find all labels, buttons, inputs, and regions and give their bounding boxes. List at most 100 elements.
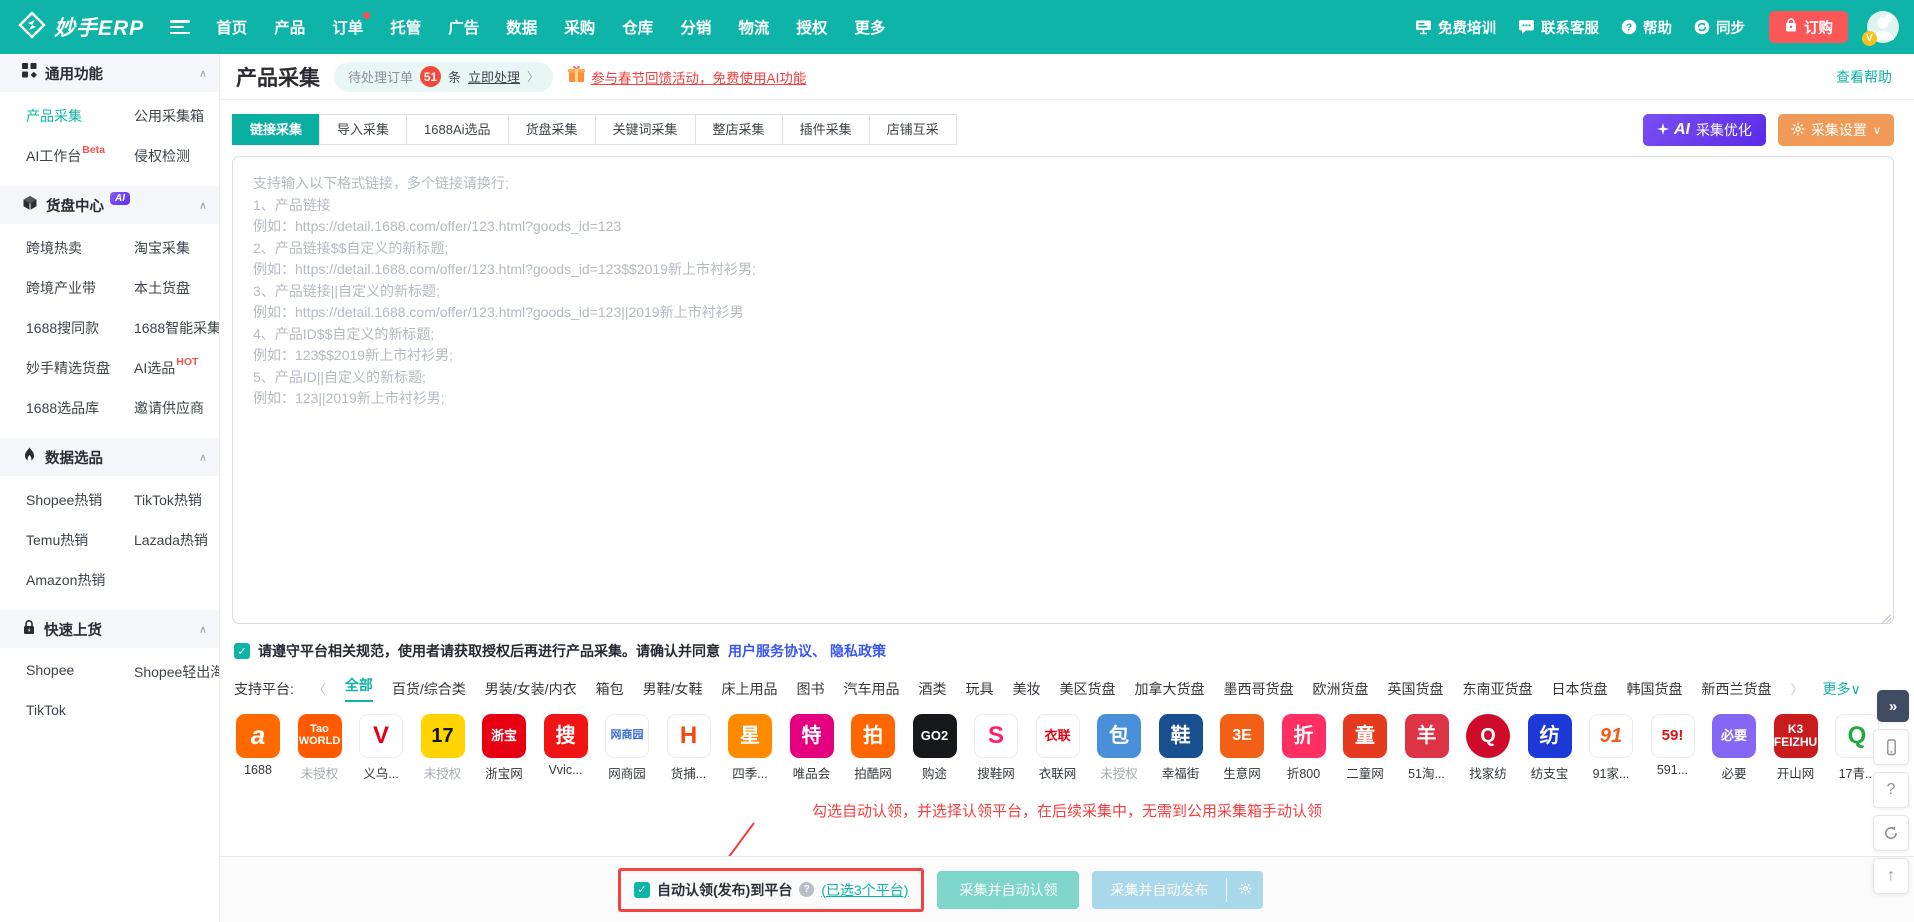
category-百货/综合类[interactable]: 百货/综合类 [392, 679, 466, 699]
sidebar-section-4[interactable]: 快速上货 ∧ [0, 610, 219, 648]
expand-button[interactable]: » [1877, 690, 1909, 722]
sidebar-item-Lazada热销[interactable]: Lazada热销 [134, 520, 208, 560]
category-玩具[interactable]: 玩具 [965, 679, 993, 699]
sidebar-section-2[interactable]: 货盘中心 AI ∧ [0, 186, 219, 224]
scroll-left-icon[interactable]: 〈 [313, 679, 326, 698]
tab-1688Ai选品[interactable]: 1688Ai选品 [406, 114, 509, 145]
privacy-link[interactable]: 隐私政策 [830, 641, 886, 661]
platform-tile-5[interactable]: 浙宝 浙宝网 [482, 714, 526, 782]
sidebar-item-淘宝采集[interactable]: 淘宝采集 [134, 228, 190, 268]
tab-店铺互采[interactable]: 店铺互采 [868, 114, 957, 145]
menu-toggle-icon[interactable] [170, 20, 191, 34]
category-全部[interactable]: 全部 [344, 675, 373, 702]
view-help-link[interactable]: 查看帮助 [1836, 67, 1892, 87]
platform-tile-1[interactable]: a 1688 [236, 714, 280, 782]
sidebar-section-3[interactable]: 数据选品 ∧ [0, 438, 219, 476]
category-美妆[interactable]: 美妆 [1012, 679, 1040, 699]
nav-item-10[interactable]: 物流 [738, 16, 769, 38]
sidebar-item-公用采集箱[interactable]: 公用采集箱 [134, 96, 204, 136]
app-logo[interactable]: 妙手ERP [18, 10, 144, 44]
sidebar-item-TikTok[interactable]: TikTok [26, 692, 66, 728]
sidebar-item-本土货盘[interactable]: 本土货盘 [134, 268, 190, 308]
sidebar-item-Shopee[interactable]: Shopee [26, 652, 74, 692]
platform-tile-4[interactable]: 17 未授权 [420, 714, 465, 782]
sidebar-item-侵权检测[interactable]: 侵权检测 [134, 136, 190, 176]
nav-item-7[interactable]: 采购 [564, 16, 595, 38]
platform-tile-11[interactable]: 拍拍酷网 [851, 714, 895, 782]
user-avatar[interactable]: V [1862, 10, 1900, 46]
sidebar-item-1688智能采集[interactable]: 1688智能采集 [134, 308, 219, 348]
category-男鞋/女鞋[interactable]: 男鞋/女鞋 [643, 679, 703, 699]
platform-tile-9[interactable]: 星四季... [728, 714, 772, 782]
category-东南亚货盘[interactable]: 东南亚货盘 [1462, 679, 1532, 699]
platform-tile-21[interactable]: Q 找家纺 [1466, 714, 1510, 782]
category-韩国货盘[interactable]: 韩国货盘 [1626, 679, 1682, 699]
platform-tile-14[interactable]: 衣联 衣联网 [1035, 714, 1080, 782]
nav-item-6[interactable]: 数据 [506, 16, 537, 38]
platform-tile-25[interactable]: 必要 必要 [1712, 714, 1756, 782]
platform-tile-18[interactable]: 折折800 [1281, 714, 1326, 782]
scroll-right-icon[interactable]: 〉 [1790, 679, 1803, 698]
collect-and-claim-button[interactable]: 采集并自动认领 [937, 870, 1080, 909]
platform-tile-15[interactable]: 包未授权 [1097, 714, 1141, 782]
platform-tile-17[interactable]: 3E 生意网 [1220, 714, 1264, 782]
category-加拿大货盘[interactable]: 加拿大货盘 [1134, 679, 1204, 699]
publish-settings-button[interactable] [1227, 871, 1263, 909]
category-欧洲货盘[interactable]: 欧洲货盘 [1312, 679, 1368, 699]
sidebar-item-妙手精选货盘[interactable]: 妙手精选货盘 [26, 348, 110, 388]
platform-tile-8[interactable]: H 货捕... [666, 714, 711, 782]
platform-tile-10[interactable]: 特唯品会 [789, 714, 834, 782]
category-床上用品[interactable]: 床上用品 [721, 679, 777, 699]
sidebar-item-Temu热销[interactable]: Temu热销 [26, 520, 88, 560]
more-categories-link[interactable]: 更多∨ [1822, 679, 1860, 699]
sidebar-item-跨境热卖[interactable]: 跨境热卖 [26, 228, 82, 268]
help-doc-button[interactable]: ? [1873, 772, 1909, 808]
platform-tile-6[interactable]: 搜 Vvic... [543, 714, 588, 782]
sidebar-item-Shopee轻出海[interactable]: Shopee轻出海 [134, 652, 219, 692]
category-日本货盘[interactable]: 日本货盘 [1551, 679, 1607, 699]
nav-item-4[interactable]: 托管 [390, 16, 421, 38]
tab-整店采集[interactable]: 整店采集 [694, 114, 783, 145]
tab-链接采集[interactable]: 链接采集 [232, 114, 321, 145]
process-now-link[interactable]: 立即处理 [468, 67, 520, 86]
selected-platforms-link[interactable]: (已选3个平台) [821, 880, 908, 900]
order-button[interactable]: 订购 [1769, 11, 1848, 43]
platform-tile-16[interactable]: 鞋幸福街 [1158, 714, 1203, 782]
sidebar-section-1[interactable]: 通用功能 ∧ [0, 54, 219, 92]
sidebar-item-AI选品[interactable]: AI选品HOT [134, 348, 198, 388]
category-箱包[interactable]: 箱包 [596, 679, 624, 699]
platform-tile-3[interactable]: V 义乌... [359, 714, 403, 782]
tab-插件采集[interactable]: 插件采集 [781, 114, 870, 145]
category-墨西哥货盘[interactable]: 墨西哥货盘 [1223, 679, 1293, 699]
collect-settings-button[interactable]: 采集设置 ∨ [1777, 114, 1894, 146]
ai-optimize-button[interactable]: AI 采集优化 [1642, 114, 1766, 146]
nav-item-3[interactable]: 订单 [332, 12, 371, 38]
platform-tile-13[interactable]: S 搜鞋网 [974, 714, 1018, 782]
category-新西兰货盘[interactable]: 新西兰货盘 [1701, 679, 1771, 699]
sidebar-item-跨境产业带[interactable]: 跨境产业带 [26, 268, 96, 308]
auto-claim-checkbox[interactable] [634, 881, 650, 898]
sidebar-item-TikTok热销[interactable]: TikTok热销 [134, 480, 202, 520]
sidebar-item-邀请供应商[interactable]: 邀请供应商 [134, 388, 204, 428]
category-男装/女装/内衣[interactable]: 男装/女装/内衣 [485, 679, 577, 699]
platform-tile-26[interactable]: K3 FEIZHU 开山网 [1773, 714, 1818, 782]
nav-item-9[interactable]: 分销 [680, 16, 711, 38]
nav-item-1[interactable]: 首页 [216, 16, 247, 38]
category-汽车用品[interactable]: 汽车用品 [843, 679, 899, 699]
resize-grip[interactable] [1881, 614, 1891, 624]
links-input[interactable] [232, 156, 1894, 624]
platform-tile-12[interactable]: GO2 购途 [912, 714, 957, 782]
nav-item-12[interactable]: 更多 [854, 16, 885, 38]
nav-utility-sync[interactable]: 同步 [1694, 17, 1745, 38]
sidebar-item-AI工作台[interactable]: AI工作台Beta [26, 136, 105, 176]
collect-and-publish-button[interactable]: 采集并自动发布 [1092, 871, 1226, 909]
tab-关键词采集[interactable]: 关键词采集 [594, 114, 696, 145]
terms-link[interactable]: 用户服务协议、 [728, 641, 826, 661]
nav-item-8[interactable]: 仓库 [622, 16, 653, 38]
refresh-button[interactable] [1873, 815, 1909, 851]
nav-item-5[interactable]: 广告 [448, 16, 479, 38]
consent-checkbox[interactable] [234, 643, 250, 659]
mobile-button[interactable] [1873, 729, 1909, 765]
platform-tile-24[interactable]: 59! 591... [1650, 714, 1695, 782]
platform-tile-7[interactable]: 网商园 网商园 [605, 714, 649, 782]
